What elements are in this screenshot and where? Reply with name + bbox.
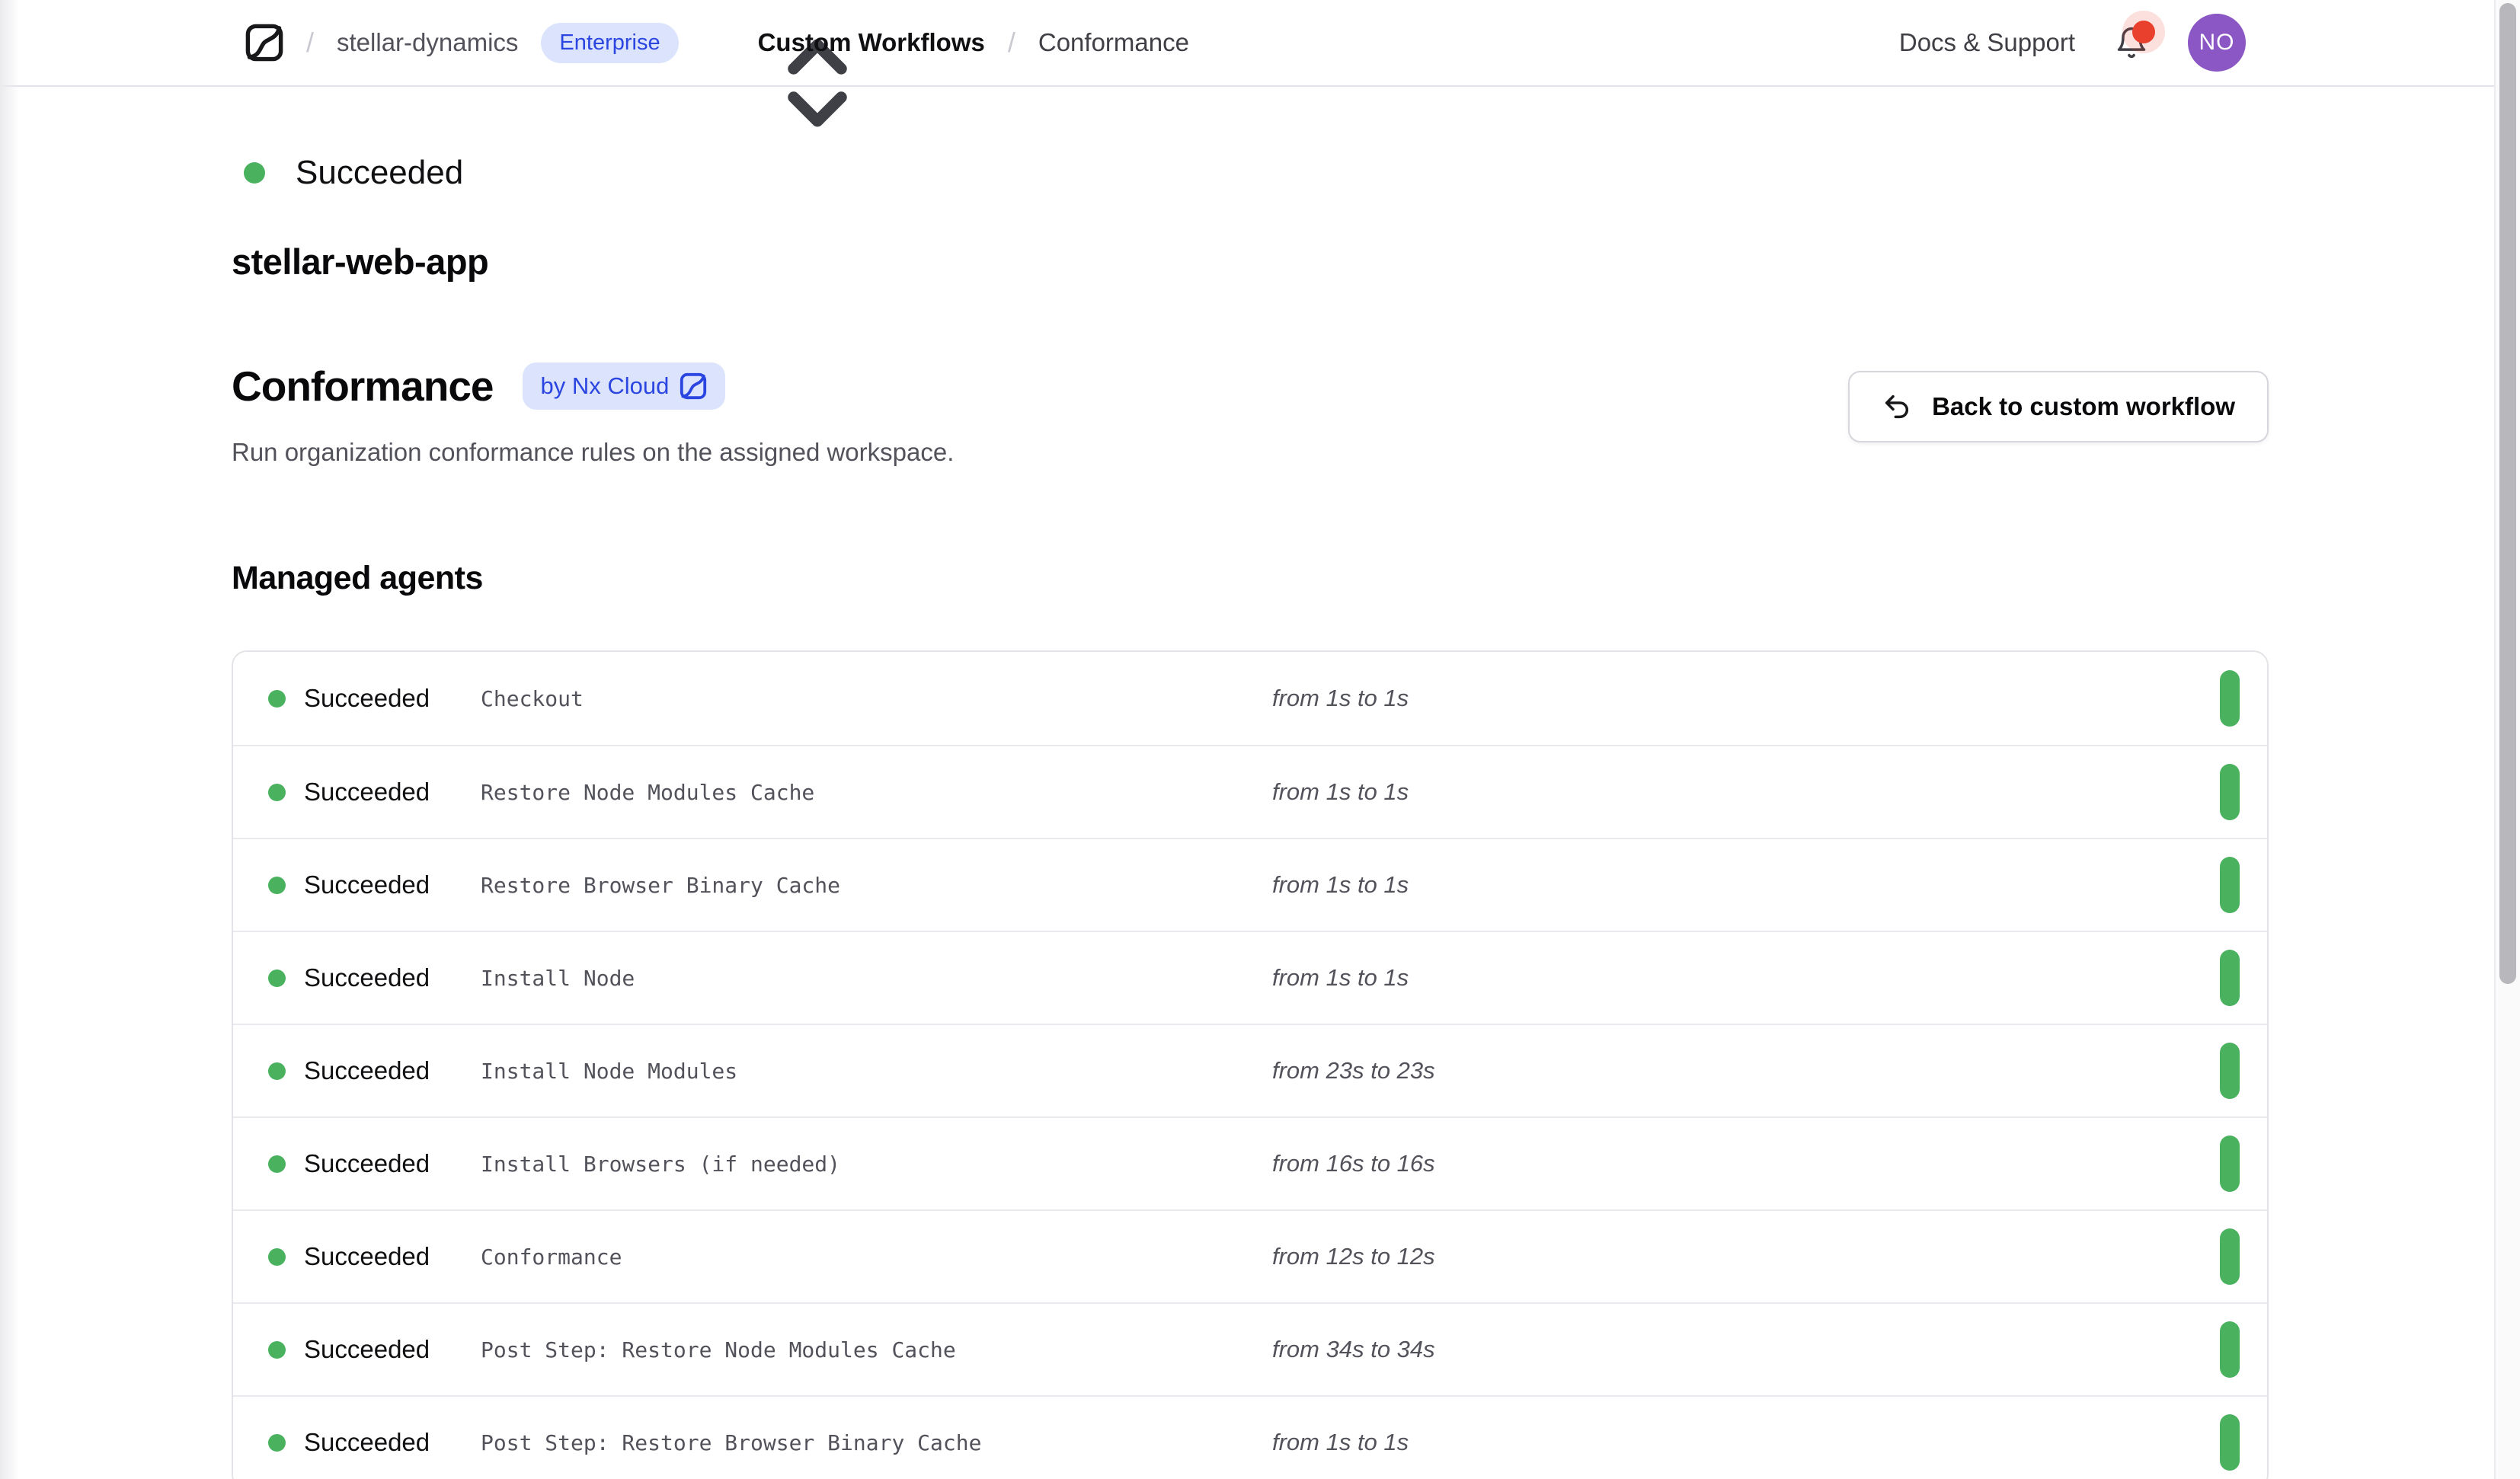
docs-support-link[interactable]: Docs & Support xyxy=(1899,28,2075,57)
breadcrumb-separator: / xyxy=(306,27,314,59)
chevrons-up-down-icon[interactable] xyxy=(703,26,734,59)
step-timeline-bar xyxy=(2220,1414,2240,1471)
step-status: Succeeded xyxy=(304,870,476,899)
step-duration: from 1s to 1s xyxy=(1272,685,1409,712)
back-to-custom-workflow-button[interactable]: Back to custom workflow xyxy=(1848,371,2269,442)
plan-badge[interactable]: Enterprise xyxy=(541,23,678,63)
success-dot-icon xyxy=(268,877,286,894)
back-button-label: Back to custom workflow xyxy=(1932,392,2235,421)
success-dot-icon xyxy=(268,1248,286,1266)
step-duration: from 1s to 1s xyxy=(1272,1429,1409,1456)
agent-step-row[interactable]: Succeeded Install Browsers (if needed) f… xyxy=(233,1116,2267,1209)
undo-arrow-icon xyxy=(1882,391,1912,422)
step-duration: from 34s to 34s xyxy=(1272,1336,1435,1363)
success-dot-icon xyxy=(268,1341,286,1359)
step-status: Succeeded xyxy=(304,1242,476,1271)
step-status: Succeeded xyxy=(304,684,476,713)
step-name: Checkout xyxy=(481,686,584,711)
managed-agents-list: Succeeded Checkout from 1s to 1s Succeed… xyxy=(232,650,2269,1479)
step-duration: from 12s to 12s xyxy=(1272,1243,1435,1270)
step-name: Conformance xyxy=(481,1244,622,1270)
success-dot-icon xyxy=(268,1434,286,1452)
breadcrumb-current-page: Conformance xyxy=(1038,28,1189,57)
success-dot-icon xyxy=(268,969,286,987)
step-timeline-bar xyxy=(2220,1136,2240,1192)
step-status: Succeeded xyxy=(304,1149,476,1178)
top-bar: / stellar-dynamics Enterprise Custom Wor… xyxy=(0,0,2520,87)
success-dot-icon xyxy=(244,162,265,184)
workspace-title: stellar-web-app xyxy=(232,241,2284,283)
breadcrumb-separator: / xyxy=(1008,27,1015,59)
step-status: Succeeded xyxy=(304,1428,476,1457)
success-dot-icon xyxy=(268,784,286,801)
step-name: Post Step: Restore Node Modules Cache xyxy=(481,1337,956,1362)
notifications-button[interactable] xyxy=(2115,24,2148,61)
run-status: Succeeded xyxy=(232,154,2284,192)
breadcrumb: / stellar-dynamics Enterprise Custom Wor… xyxy=(245,22,1189,63)
step-duration: from 23s to 23s xyxy=(1272,1057,1435,1084)
step-duration: from 16s to 16s xyxy=(1272,1150,1435,1177)
scrollbar-thumb[interactable] xyxy=(2499,3,2516,984)
notification-dot xyxy=(2132,21,2155,43)
step-timeline-bar xyxy=(2220,764,2240,820)
nx-cloud-logo-icon[interactable] xyxy=(245,22,283,63)
step-timeline-bar xyxy=(2220,670,2240,727)
step-timeline-bar xyxy=(2220,857,2240,913)
step-duration: from 1s to 1s xyxy=(1272,778,1409,806)
step-name: Install Node Modules xyxy=(481,1059,737,1084)
step-name: Install Browsers (if needed) xyxy=(481,1152,840,1177)
user-avatar[interactable]: NO xyxy=(2188,14,2246,72)
step-status: Succeeded xyxy=(304,778,476,807)
header-actions: Docs & Support NO xyxy=(1899,14,2246,72)
managed-agents-heading: Managed agents xyxy=(232,560,2284,597)
step-duration: from 1s to 1s xyxy=(1272,871,1409,899)
breadcrumb-custom-workflows[interactable]: Custom Workflows xyxy=(758,28,985,57)
step-status: Succeeded xyxy=(304,1335,476,1364)
step-name: Install Node xyxy=(481,966,635,991)
breadcrumb-org[interactable]: stellar-dynamics xyxy=(337,28,518,57)
success-dot-icon xyxy=(268,690,286,708)
step-timeline-bar xyxy=(2220,1321,2240,1378)
main-content: Succeeded stellar-web-app Conformance by… xyxy=(0,154,2520,1479)
run-status-label: Succeeded xyxy=(296,154,463,192)
step-name: Restore Node Modules Cache xyxy=(481,780,814,805)
scrollbar-track xyxy=(2494,0,2520,1479)
step-timeline-bar xyxy=(2220,950,2240,1006)
step-status: Succeeded xyxy=(304,963,476,992)
success-dot-icon xyxy=(268,1155,286,1173)
nx-cloud-logo-icon xyxy=(680,372,707,401)
workflow-header: Conformance by Nx Cloud Back to custom w… xyxy=(232,362,2284,467)
step-name: Restore Browser Binary Cache xyxy=(481,873,840,898)
step-name: Post Step: Restore Browser Binary Cache xyxy=(481,1430,981,1455)
step-status: Succeeded xyxy=(304,1056,476,1085)
agent-step-row[interactable]: Succeeded Checkout from 1s to 1s xyxy=(233,652,2267,745)
step-timeline-bar xyxy=(2220,1228,2240,1285)
success-dot-icon xyxy=(268,1062,286,1080)
agent-step-row[interactable]: Succeeded Post Step: Restore Browser Bin… xyxy=(233,1395,2267,1479)
agent-step-row[interactable]: Succeeded Install Node Modules from 23s … xyxy=(233,1024,2267,1116)
agent-step-row[interactable]: Succeeded Restore Browser Binary Cache f… xyxy=(233,838,2267,931)
agent-step-row[interactable]: Succeeded Post Step: Restore Node Module… xyxy=(233,1302,2267,1395)
agent-step-row[interactable]: Succeeded Restore Node Modules Cache fro… xyxy=(233,745,2267,838)
step-duration: from 1s to 1s xyxy=(1272,964,1409,992)
by-nx-cloud-badge[interactable]: by Nx Cloud xyxy=(523,363,726,410)
step-timeline-bar xyxy=(2220,1043,2240,1099)
notification-indicator xyxy=(2122,11,2165,53)
agent-step-row[interactable]: Succeeded Install Node from 1s to 1s xyxy=(233,931,2267,1024)
workflow-title: Conformance xyxy=(232,362,494,410)
agent-step-row[interactable]: Succeeded Conformance from 12s to 12s xyxy=(233,1209,2267,1302)
provider-badge-label: by Nx Cloud xyxy=(541,372,670,400)
